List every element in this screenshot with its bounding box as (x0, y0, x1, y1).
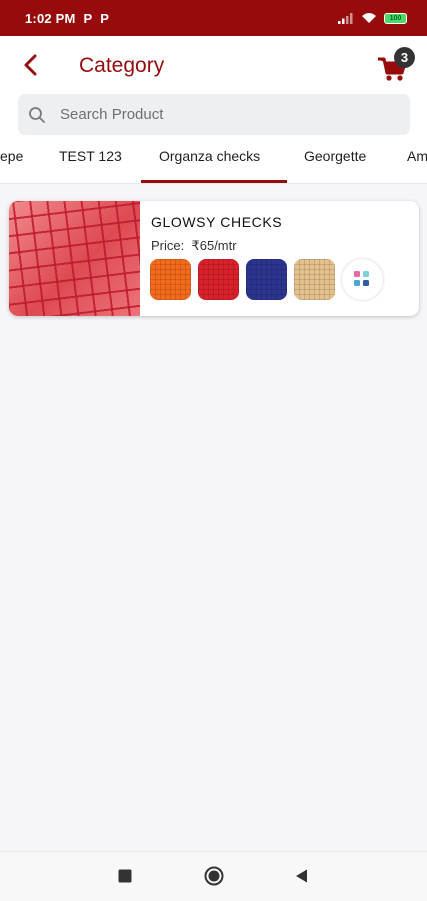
cart-count-badge: 3 (394, 47, 415, 68)
selected-tab-indicator (141, 180, 287, 183)
product-name: GLOWSY CHECKS (151, 214, 283, 230)
search-bar[interactable] (18, 94, 410, 135)
color-swatches (150, 259, 383, 300)
tab-am[interactable]: Am (407, 148, 427, 164)
notification-p-icon: P (100, 10, 109, 26)
recents-button[interactable] (118, 869, 132, 888)
category-tabs: epe TEST 123 Organza checks Georgette Am (0, 140, 427, 184)
search-input[interactable] (58, 105, 362, 124)
wifi-icon (362, 13, 376, 23)
page-title: Category (79, 54, 165, 77)
status-bar: 1:02 PM P P 100 (0, 0, 427, 36)
product-image[interactable] (9, 201, 140, 316)
square-icon (118, 869, 132, 883)
cart-button[interactable]: 3 (376, 47, 416, 85)
search-icon (29, 106, 45, 123)
color-swatch-red[interactable] (198, 259, 239, 300)
home-button[interactable] (204, 866, 224, 891)
tab-organza-checks[interactable]: Organza checks (159, 148, 260, 164)
price-value: ₹65/mtr (191, 238, 237, 253)
back-button[interactable] (18, 52, 44, 78)
signal-icon (338, 13, 353, 24)
color-swatch-orange[interactable] (150, 259, 191, 300)
circle-icon (204, 866, 224, 886)
notification-p-icon: P (83, 10, 93, 26)
triangle-back-icon (296, 869, 307, 883)
product-card[interactable]: GLOWSY CHECKS Price: ₹65/mtr (9, 201, 419, 316)
price-label: Price: (151, 238, 185, 253)
status-time: 1:02 PM (25, 10, 76, 26)
more-colors-button[interactable] (342, 259, 383, 300)
color-swatch-beige[interactable] (294, 259, 335, 300)
tab-crepe[interactable]: epe (0, 148, 23, 164)
back-nav-button[interactable] (295, 869, 308, 888)
tab-test-123[interactable]: TEST 123 (59, 148, 122, 164)
product-price: Price: ₹65/mtr (151, 238, 237, 254)
app-bar: Category 3 (0, 36, 427, 94)
chevron-left-icon (24, 54, 37, 76)
search-section (0, 94, 427, 140)
system-nav-bar (0, 851, 427, 901)
battery-icon: 100 (384, 12, 407, 24)
tab-georgette[interactable]: Georgette (304, 148, 366, 164)
status-icons: 100 (338, 12, 407, 24)
color-swatch-blue[interactable] (246, 259, 287, 300)
battery-level: 100 (389, 14, 402, 22)
